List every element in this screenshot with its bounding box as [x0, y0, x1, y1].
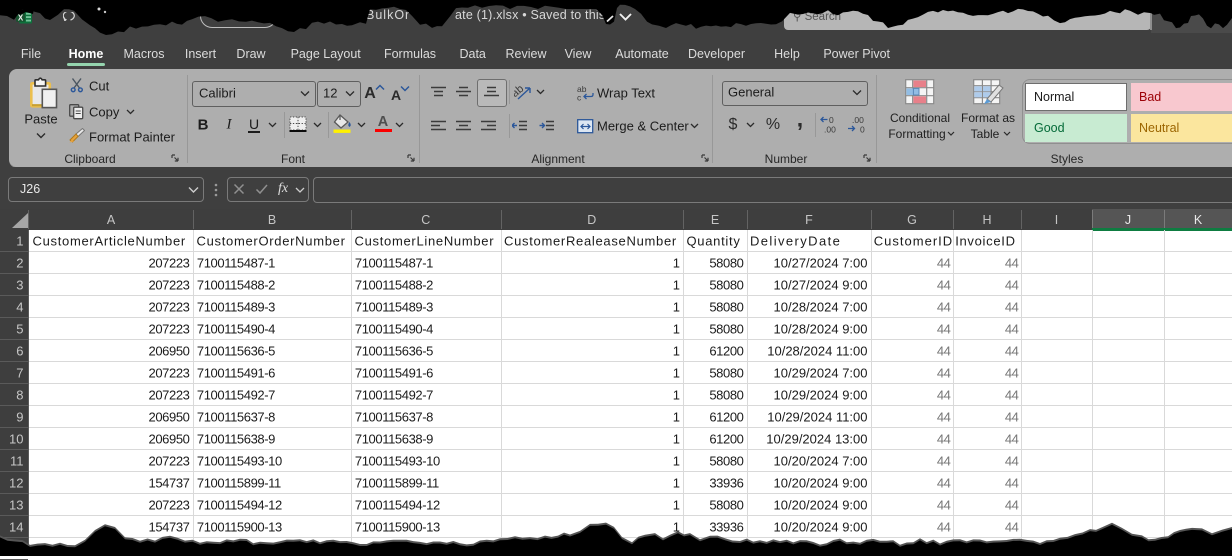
svg-text:0: 0	[829, 115, 834, 125]
svg-text:.00: .00	[852, 115, 864, 125]
svg-text:X: X	[18, 13, 24, 22]
svg-text:.00: .00	[824, 125, 836, 135]
svg-text:0: 0	[860, 125, 865, 135]
